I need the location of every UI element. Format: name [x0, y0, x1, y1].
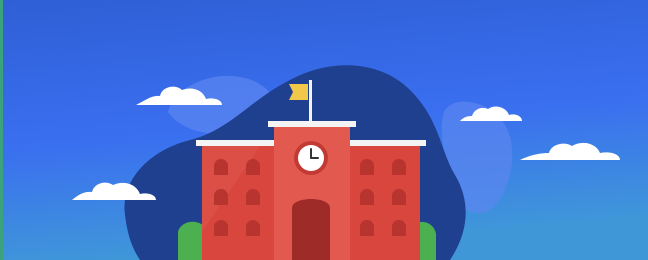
door — [292, 199, 330, 260]
school-illustration-svg — [0, 0, 648, 260]
bush-icon — [178, 221, 204, 260]
left-edge-strip — [0, 0, 3, 260]
school-hero-illustration — [0, 0, 648, 260]
clock-icon — [294, 141, 328, 175]
